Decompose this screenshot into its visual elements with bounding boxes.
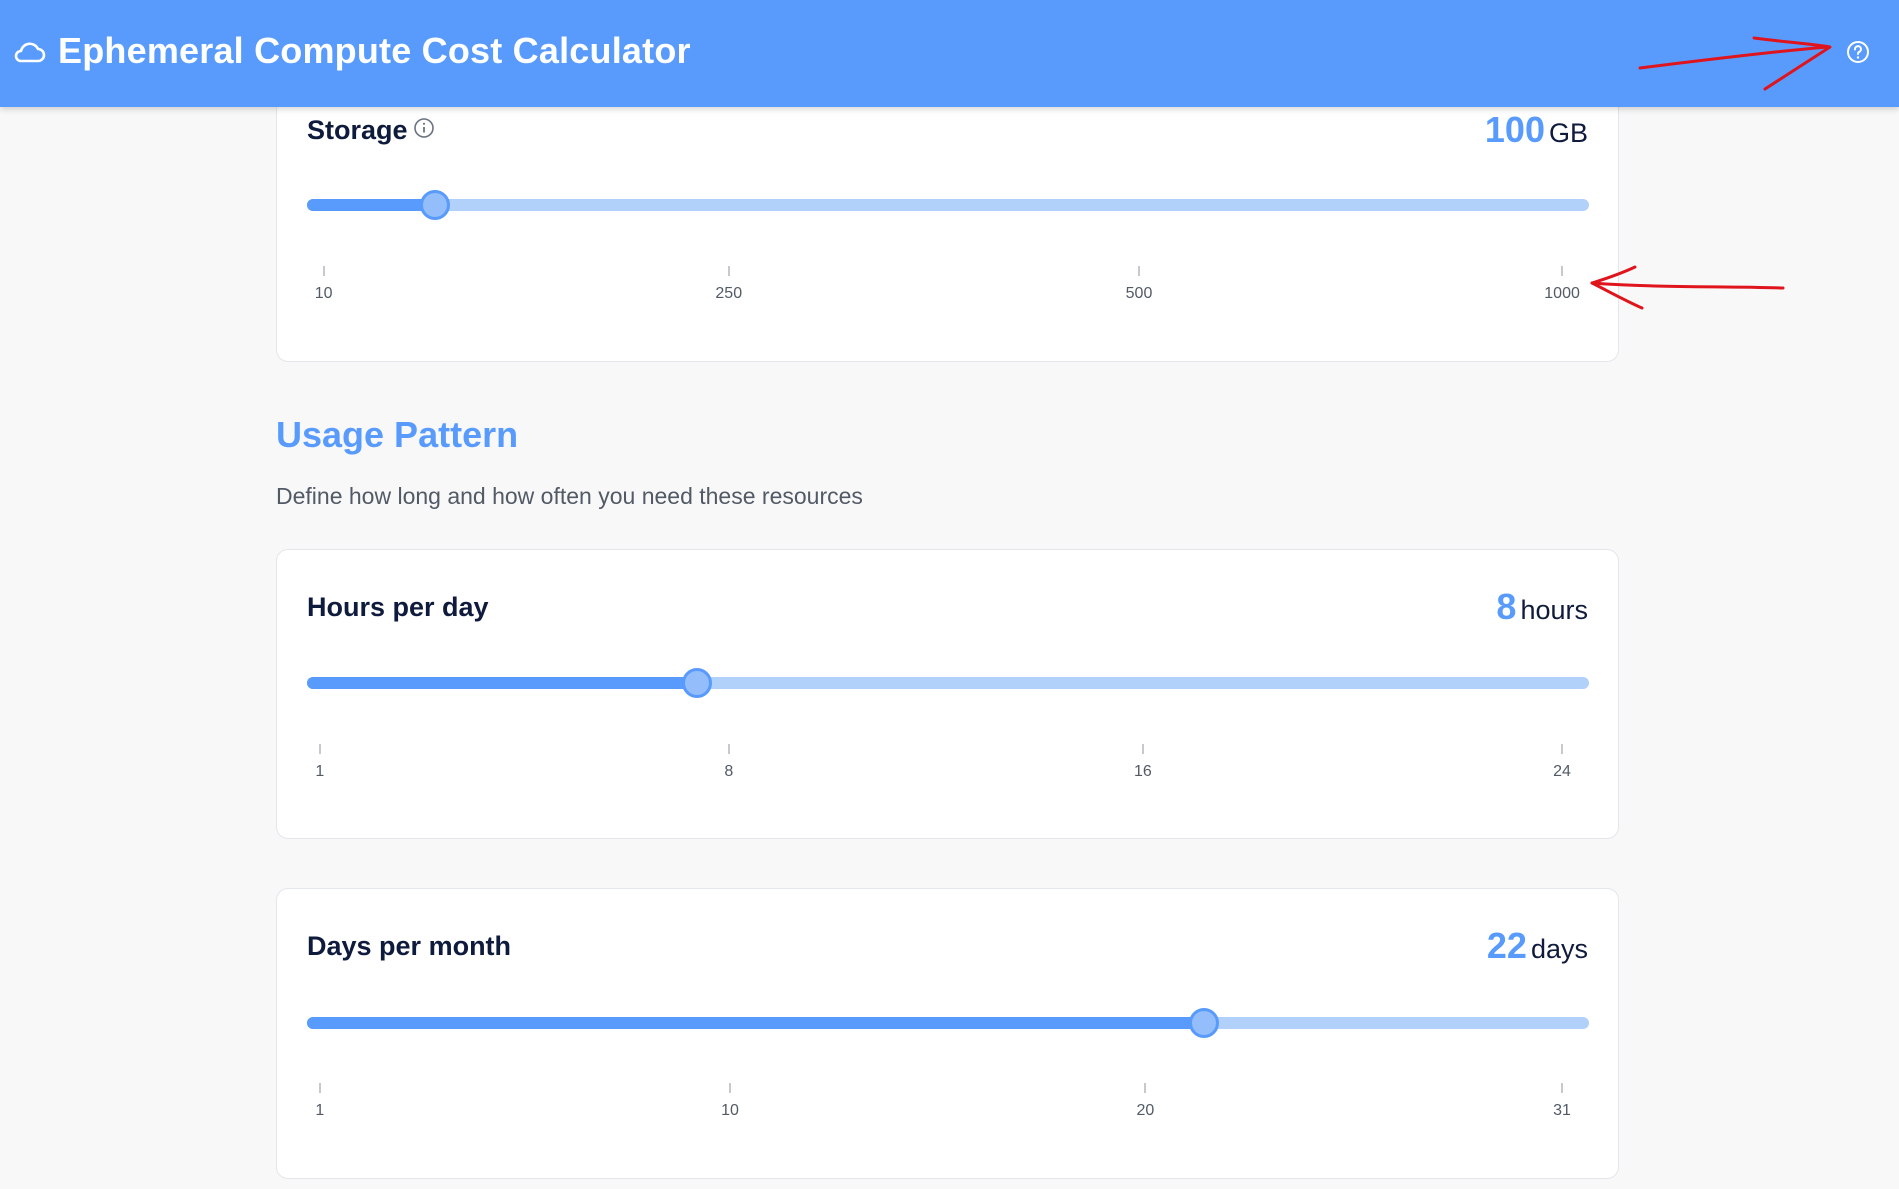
storage-tick-0	[322, 266, 325, 276]
storage-tick-label-3: 1000	[1544, 285, 1580, 302]
days-tick-1	[729, 1083, 732, 1093]
storage-unit: GB	[1548, 118, 1588, 148]
days-value-display: 22 days	[1487, 925, 1588, 967]
hours-per-day-label: Hours per day	[307, 592, 489, 622]
hours-value: 8	[1496, 586, 1517, 627]
days-value: 22	[1486, 925, 1527, 966]
hours-tick-2	[1141, 744, 1144, 754]
usage-pattern-title: Usage Pattern	[276, 414, 519, 455]
days-tick-3	[1561, 1083, 1564, 1093]
storage-tick-label-0: 10	[314, 285, 333, 302]
days-tick-2	[1144, 1083, 1147, 1093]
storage-tick-2	[1138, 266, 1141, 276]
days-per-month-card: Days per month 22 days 1 10 20 31	[276, 888, 1619, 1179]
storage-tick-label-1: 250	[715, 285, 743, 302]
days-per-month-label: Days per month	[307, 931, 512, 961]
storage-slider-thumb[interactable]	[420, 190, 451, 220]
hours-tick-0	[318, 744, 321, 754]
cloud-icon	[14, 42, 46, 63]
days-unit: days	[1530, 934, 1588, 964]
hours-slider-thumb[interactable]	[682, 668, 713, 698]
annotation-arrow-storage	[1590, 281, 1785, 290]
info-icon[interactable]	[413, 117, 435, 139]
storage-value-display: 100 GB	[1485, 109, 1588, 151]
hours-per-day-card: Hours per day 8 hours 1 8 16 24	[276, 549, 1619, 839]
storage-slider[interactable]	[307, 190, 1589, 220]
days-per-month-slider[interactable]	[307, 1008, 1589, 1038]
storage-slider-fill	[307, 199, 436, 211]
days-slider-thumb[interactable]	[1189, 1008, 1220, 1038]
hours-tick-label-1: 8	[724, 763, 734, 780]
days-tick-label-3: 31	[1553, 1102, 1571, 1119]
hours-per-day-slider[interactable]	[307, 668, 1589, 698]
days-tick-0	[318, 1083, 321, 1093]
storage-tick-3	[1561, 266, 1564, 276]
days-tick-label-1: 10	[721, 1102, 739, 1119]
hours-tick-label-2: 16	[1133, 763, 1152, 780]
storage-tick-label-2: 500	[1125, 285, 1153, 302]
days-tick-label-0: 1	[315, 1102, 325, 1119]
storage-tick-1	[727, 266, 730, 276]
hours-unit: hours	[1520, 595, 1588, 625]
help-circle-icon[interactable]	[1845, 39, 1871, 65]
days-slider-fill	[307, 1017, 1205, 1029]
storage-value: 100	[1484, 109, 1545, 150]
app-header: Ephemeral Compute Cost Calculator	[0, 0, 1899, 107]
usage-pattern-description: Define how long and how often you need t…	[276, 483, 863, 509]
storage-label: Storage	[307, 115, 408, 145]
app-title: Ephemeral Compute Cost Calculator	[58, 30, 691, 71]
hours-tick-label-3: 24	[1553, 763, 1571, 780]
hours-slider-fill	[307, 677, 698, 689]
hours-value-display: 8 hours	[1496, 586, 1588, 628]
hours-tick-3	[1561, 744, 1564, 754]
hours-tick-label-0: 1	[315, 763, 325, 780]
hours-tick-1	[727, 744, 730, 754]
days-tick-label-2: 20	[1136, 1102, 1155, 1119]
